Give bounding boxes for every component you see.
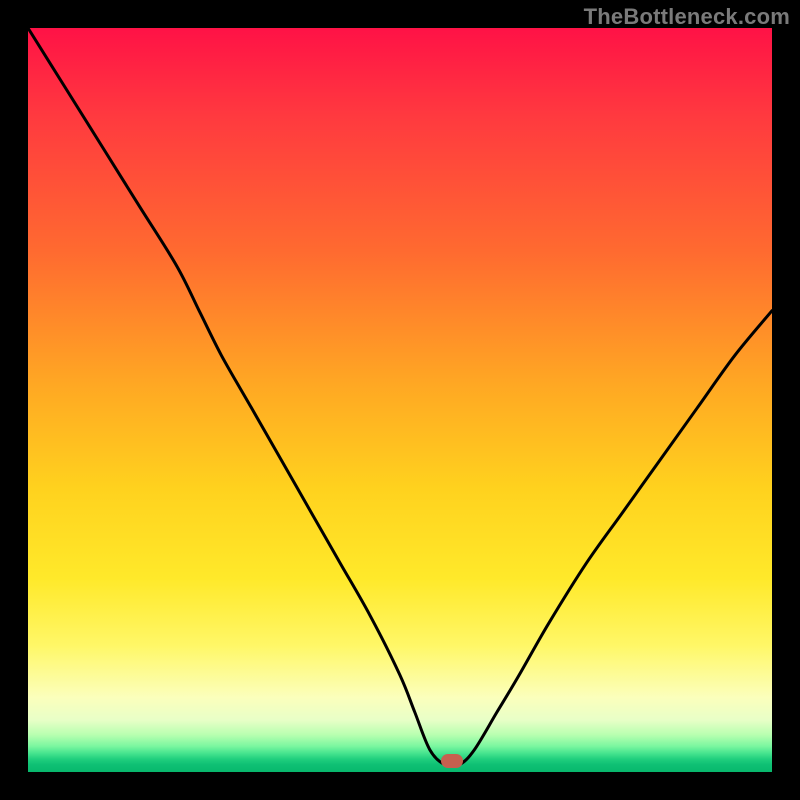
watermark-text: TheBottleneck.com	[584, 4, 790, 30]
plot-area	[28, 28, 772, 772]
bottleneck-curve	[28, 28, 772, 772]
bottleneck-marker	[441, 754, 463, 768]
chart-stage: TheBottleneck.com	[0, 0, 800, 800]
curve-path	[28, 28, 772, 766]
